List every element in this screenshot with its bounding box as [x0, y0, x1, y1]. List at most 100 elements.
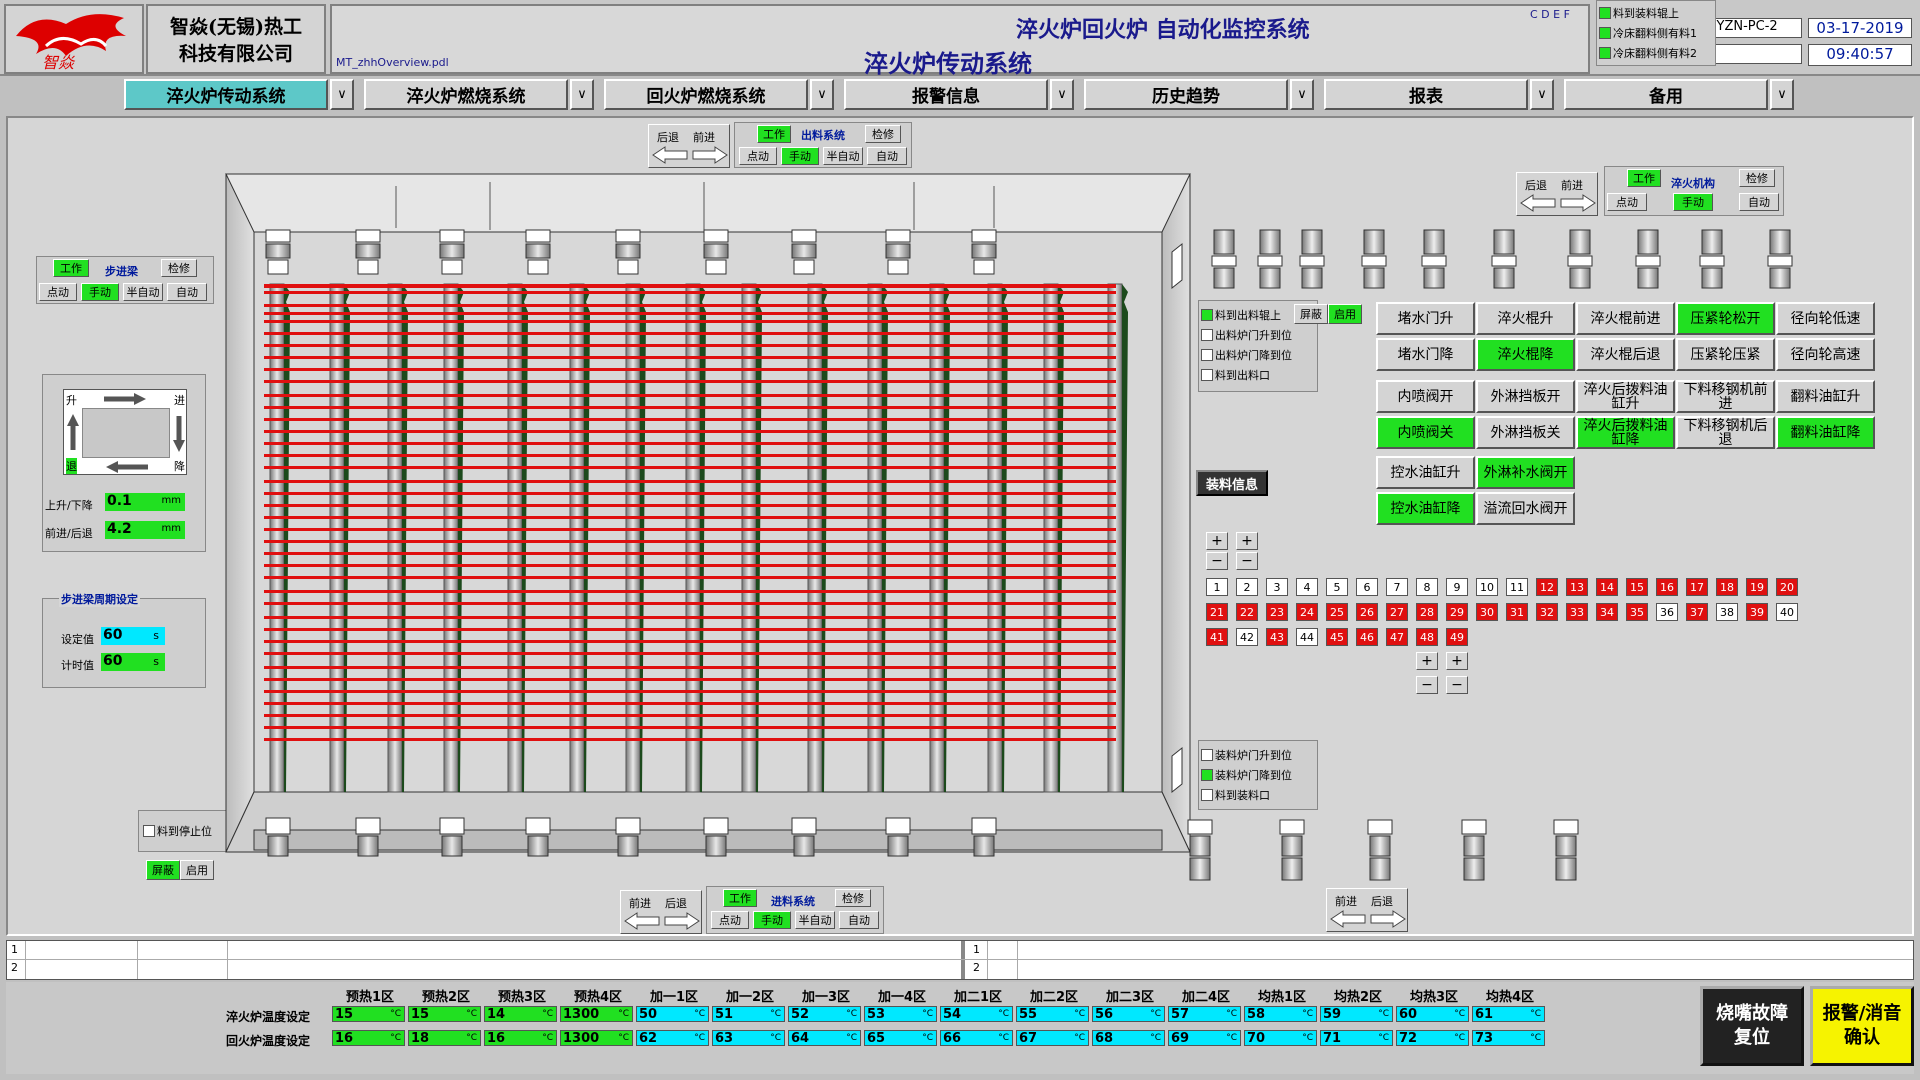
slot-number[interactable]: 16: [1656, 578, 1678, 596]
work-button[interactable]: 工作: [53, 259, 89, 277]
slot-number[interactable]: 35: [1626, 603, 1648, 621]
auto-button[interactable]: 自动: [167, 283, 207, 301]
slot-number[interactable]: 2: [1236, 578, 1258, 596]
control-button[interactable]: 径向轮高速: [1776, 338, 1875, 371]
slot-number[interactable]: 8: [1416, 578, 1438, 596]
control-button[interactable]: 控水油缸降: [1376, 492, 1475, 525]
tab-spare[interactable]: 备用: [1564, 79, 1768, 110]
plus-button[interactable]: +: [1206, 532, 1228, 550]
control-button[interactable]: 外淋挡板开: [1476, 380, 1575, 413]
slot-number[interactable]: 33: [1566, 603, 1588, 621]
slot-number[interactable]: 26: [1356, 603, 1378, 621]
slot-number[interactable]: 42: [1236, 628, 1258, 646]
manual-button[interactable]: 手动: [781, 147, 819, 165]
control-button[interactable]: 压紧轮松开: [1676, 302, 1775, 335]
temper-temp-value[interactable]: 71 °C: [1320, 1030, 1393, 1046]
slot-number[interactable]: 32: [1536, 603, 1558, 621]
slot-number[interactable]: 21: [1206, 603, 1228, 621]
chevron-down-icon[interactable]: ∨: [810, 79, 834, 110]
slot-number[interactable]: 20: [1776, 578, 1798, 596]
alarm-table[interactable]: 1 2 1 2: [6, 940, 1914, 980]
slot-number[interactable]: 22: [1236, 603, 1258, 621]
shield-button[interactable]: 屏蔽: [1294, 304, 1328, 324]
control-button[interactable]: 内喷阀开: [1376, 380, 1475, 413]
slot-number[interactable]: 43: [1266, 628, 1288, 646]
manual-button[interactable]: 手动: [81, 283, 119, 301]
control-button[interactable]: 淬火棍升: [1476, 302, 1575, 335]
temper-temp-value[interactable]: 69 °C: [1168, 1030, 1241, 1046]
control-button[interactable]: 翻料油缸升: [1776, 380, 1875, 413]
slot-number[interactable]: 49: [1446, 628, 1468, 646]
temper-temp-value[interactable]: 64 °C: [788, 1030, 861, 1046]
minus-button[interactable]: −: [1416, 676, 1438, 694]
burner-fault-reset-button[interactable]: 烧嘴故障 复位: [1700, 986, 1804, 1066]
control-button[interactable]: 外淋挡板关: [1476, 416, 1575, 449]
quench-temp-value[interactable]: 56 °C: [1092, 1006, 1165, 1022]
slot-number[interactable]: 4: [1296, 578, 1318, 596]
slot-number[interactable]: 11: [1506, 578, 1528, 596]
control-button[interactable]: 径向轮低速: [1776, 302, 1875, 335]
slot-number[interactable]: 47: [1386, 628, 1408, 646]
slot-number[interactable]: 28: [1416, 603, 1438, 621]
control-button[interactable]: 控水油缸升: [1376, 456, 1475, 489]
slot-number[interactable]: 25: [1326, 603, 1348, 621]
work-button[interactable]: 工作: [757, 125, 791, 143]
slot-number[interactable]: 29: [1446, 603, 1468, 621]
auto-button[interactable]: 自动: [1739, 193, 1779, 211]
inch-button[interactable]: 点动: [739, 147, 777, 165]
enable-button[interactable]: 启用: [1328, 304, 1362, 324]
auto-button[interactable]: 自动: [839, 911, 879, 929]
inch-button[interactable]: 点动: [711, 911, 749, 929]
chevron-down-icon[interactable]: ∨: [570, 79, 594, 110]
slot-number[interactable]: 48: [1416, 628, 1438, 646]
temper-temp-value[interactable]: 70 °C: [1244, 1030, 1317, 1046]
cooling-direction[interactable]: 前进 后退: [1326, 888, 1408, 932]
tab-report[interactable]: 报表: [1324, 79, 1528, 110]
control-button[interactable]: 淬火后拨料油缸降: [1576, 416, 1675, 449]
control-button[interactable]: 堵水门降: [1376, 338, 1475, 371]
slot-number[interactable]: 1: [1206, 578, 1228, 596]
enable-button[interactable]: 启用: [180, 860, 214, 880]
plus-button[interactable]: +: [1446, 652, 1468, 670]
slot-number[interactable]: 12: [1536, 578, 1558, 596]
quench-temp-value[interactable]: 50 °C: [636, 1006, 709, 1022]
slot-number[interactable]: 37: [1686, 603, 1708, 621]
minus-button[interactable]: −: [1446, 676, 1468, 694]
quench-temp-value[interactable]: 52 °C: [788, 1006, 861, 1022]
infeed-direction[interactable]: 前进 后退: [620, 890, 702, 934]
set-value[interactable]: 60 s: [101, 627, 165, 645]
quench-temp-value[interactable]: 59 °C: [1320, 1006, 1393, 1022]
slot-number[interactable]: 46: [1356, 628, 1378, 646]
temper-temp-value[interactable]: 63 °C: [712, 1030, 785, 1046]
slot-number[interactable]: 31: [1506, 603, 1528, 621]
chevron-down-icon[interactable]: ∨: [1290, 79, 1314, 110]
chevron-down-icon[interactable]: ∨: [1050, 79, 1074, 110]
quench-temp-value[interactable]: 15 °C: [408, 1006, 481, 1022]
tab-temper-burn[interactable]: 回火炉燃烧系统: [604, 79, 808, 110]
chevron-down-icon[interactable]: ∨: [1770, 79, 1794, 110]
temper-temp-value[interactable]: 18 °C: [408, 1030, 481, 1046]
auto-button[interactable]: 自动: [867, 147, 907, 165]
control-button[interactable]: 下料移钢机后退: [1676, 416, 1775, 449]
slot-number[interactable]: 44: [1296, 628, 1318, 646]
slot-number[interactable]: 36: [1656, 603, 1678, 621]
alarm-ack-button[interactable]: 报警/消音 确认: [1810, 986, 1914, 1066]
slot-number[interactable]: 38: [1716, 603, 1738, 621]
control-button[interactable]: 淬火棍降: [1476, 338, 1575, 371]
quench-temp-value[interactable]: 55 °C: [1016, 1006, 1089, 1022]
semi-auto-button[interactable]: 半自动: [823, 147, 863, 165]
plus-button[interactable]: +: [1236, 532, 1258, 550]
tab-history[interactable]: 历史趋势: [1084, 79, 1288, 110]
inch-button[interactable]: 点动: [1607, 193, 1647, 211]
control-button[interactable]: 淬火棍后退: [1576, 338, 1675, 371]
temper-temp-value[interactable]: 67 °C: [1016, 1030, 1089, 1046]
chevron-down-icon[interactable]: ∨: [330, 79, 354, 110]
slot-number[interactable]: 18: [1716, 578, 1738, 596]
inch-button[interactable]: 点动: [39, 283, 77, 301]
semi-auto-button[interactable]: 半自动: [123, 283, 163, 301]
slot-number[interactable]: 7: [1386, 578, 1408, 596]
slot-number[interactable]: 39: [1746, 603, 1768, 621]
quench-temp-value[interactable]: 15 °C: [332, 1006, 405, 1022]
repair-button[interactable]: 检修: [865, 125, 901, 143]
chevron-down-icon[interactable]: ∨: [1530, 79, 1554, 110]
